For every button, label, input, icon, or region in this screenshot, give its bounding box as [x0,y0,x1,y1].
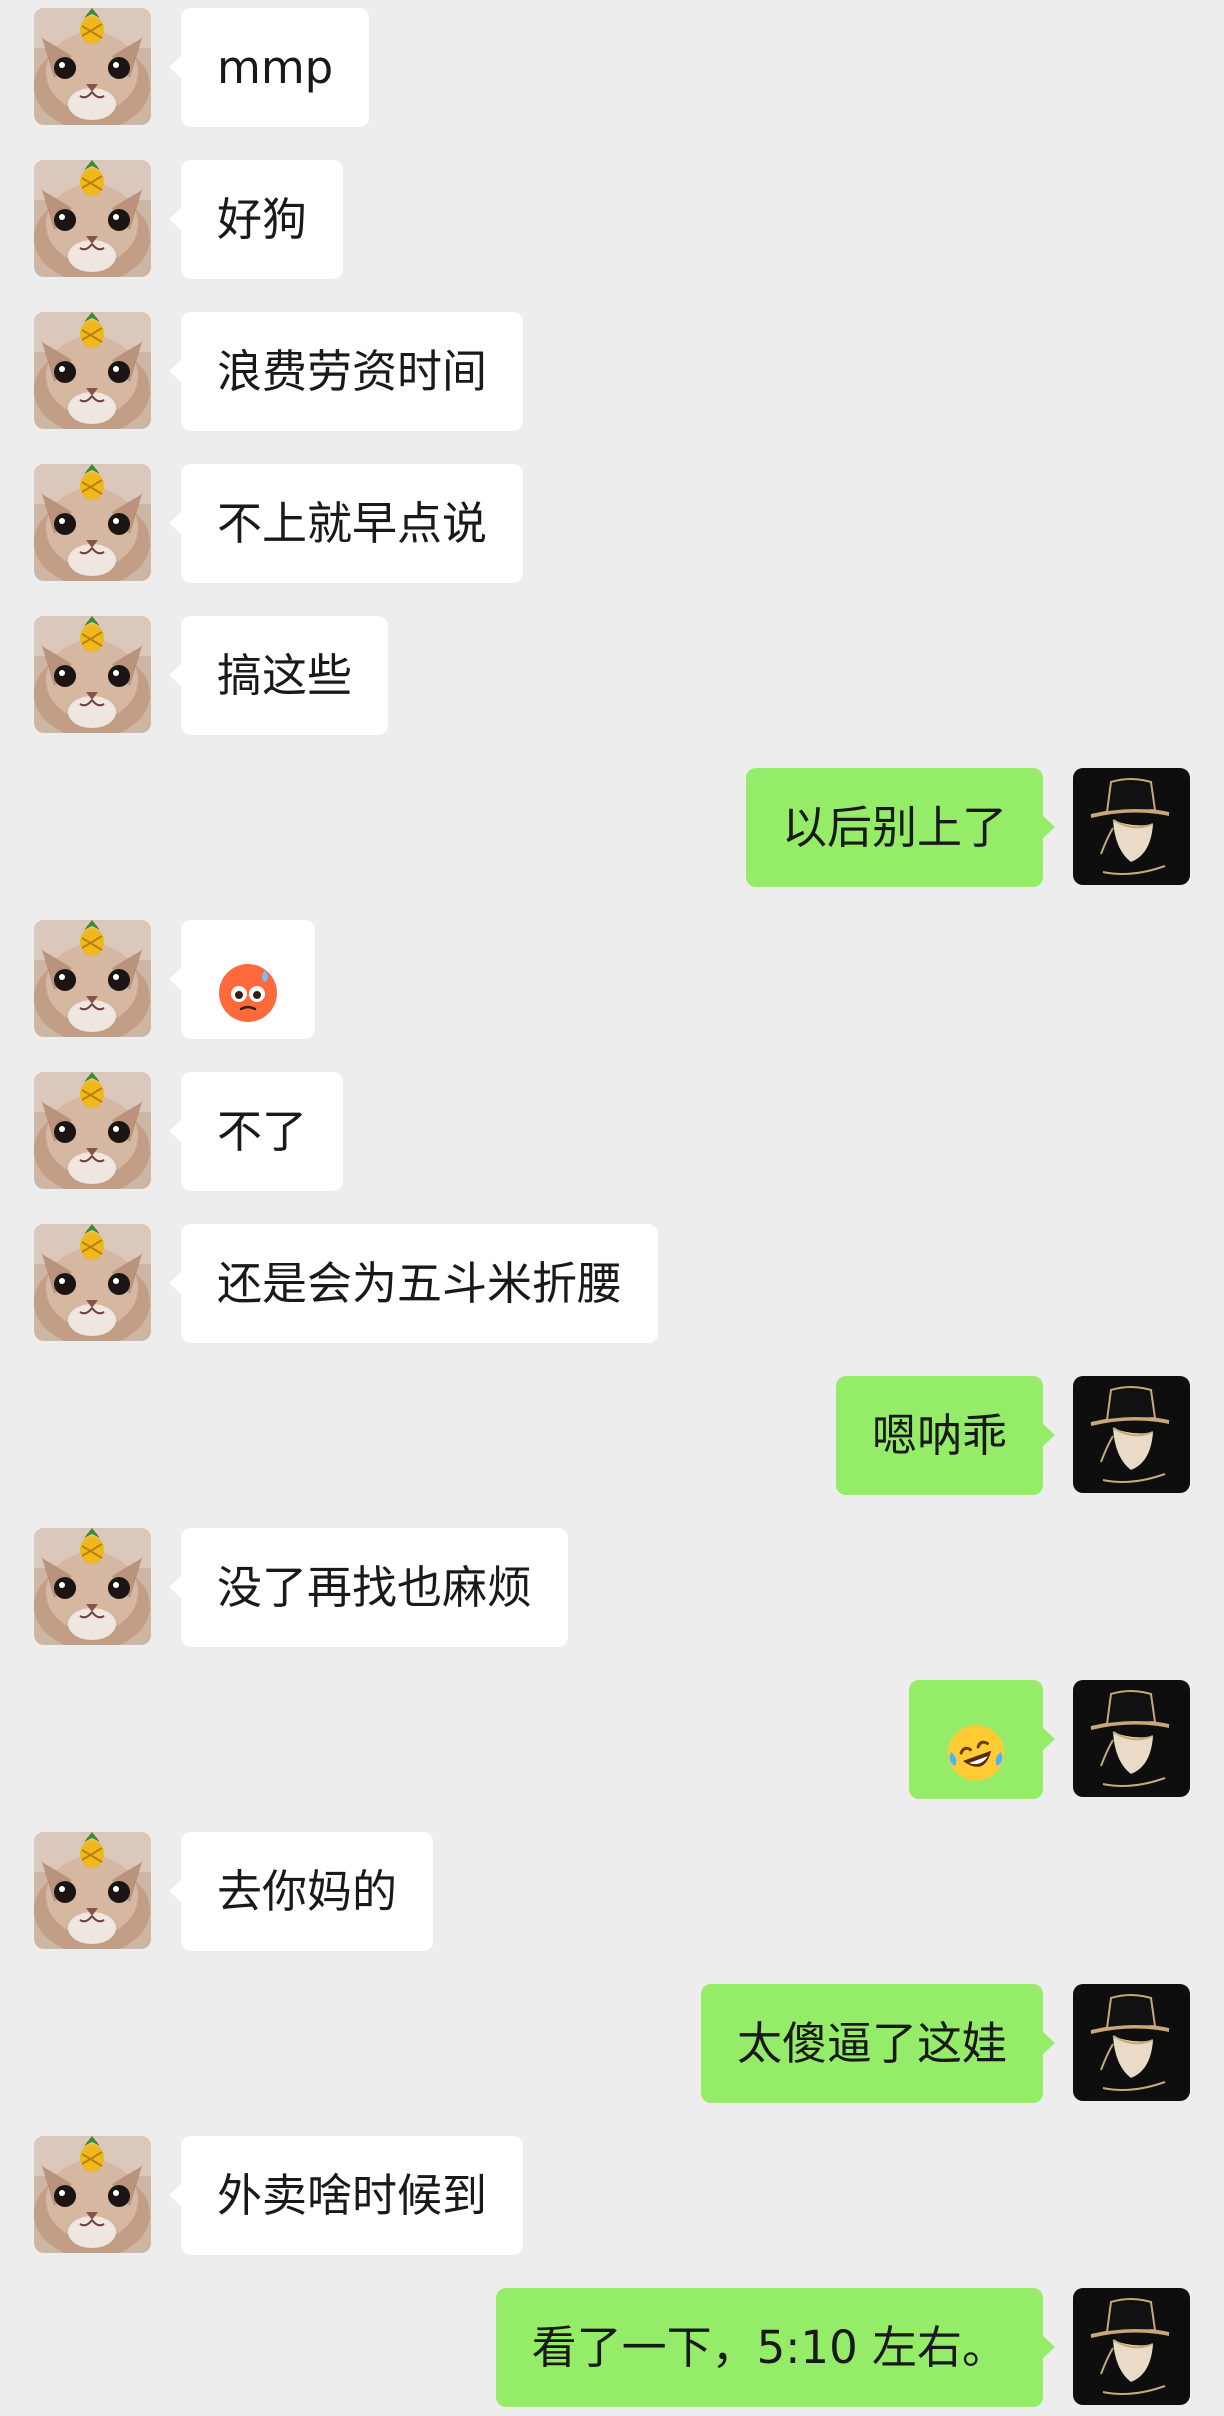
message-text: 搞这些 [217,649,353,702]
cat-with-pineapple-avatar[interactable] [34,920,151,1037]
rolling-on-floor-laughing-icon [945,1709,1007,1781]
message-text: 没了再找也麻烦 [217,1561,533,1614]
incoming-message: 好狗 [0,160,1224,280]
message-bubble[interactable]: 去你妈的 [181,1832,434,1951]
outgoing-message [0,1680,1224,1800]
message-text: 太傻逼了这娃 [736,2017,1007,2070]
man-in-hat-avatar[interactable] [1073,1376,1190,1493]
message-text: 浪费劳资时间 [217,345,488,398]
cat-with-pineapple-avatar[interactable] [34,8,151,125]
man-in-hat-avatar[interactable] [1073,2288,1190,2405]
incoming-message: 不上就早点说 [0,464,1224,584]
message-text: 以后别上了 [781,801,1007,854]
message-bubble[interactable]: 没了再找也麻烦 [181,1528,569,1647]
message-text: mmp [217,41,334,94]
incoming-message: 没了再找也麻烦 [0,1528,1224,1648]
cat-with-pineapple-avatar[interactable] [34,160,151,277]
incoming-message: 还是会为五斗米折腰 [0,1224,1224,1344]
message-bubble[interactable]: 嗯呐乖 [835,1376,1043,1495]
outgoing-message: 以后别上了 [0,768,1224,888]
message-bubble[interactable]: 浪费劳资时间 [181,312,524,431]
message-bubble[interactable]: 好狗 [181,160,344,279]
message-text: 好狗 [217,193,308,246]
message-bubble[interactable]: 以后别上了 [745,768,1043,887]
cat-with-pineapple-avatar[interactable] [34,1528,151,1645]
message-bubble[interactable]: 不上就早点说 [181,464,524,583]
message-bubble[interactable]: 太傻逼了这娃 [700,1984,1043,2103]
incoming-message: 去你妈的 [0,1832,1224,1952]
message-text: 不了 [217,1105,308,1158]
man-in-hat-avatar[interactable] [1073,768,1190,885]
man-in-hat-avatar[interactable] [1073,1984,1190,2101]
incoming-message: 不了 [0,1072,1224,1192]
message-bubble[interactable]: mmp [181,8,370,127]
message-text: 嗯呐乖 [871,1409,1007,1462]
cat-with-pineapple-avatar[interactable] [34,1072,151,1189]
outgoing-message: 嗯呐乖 [0,1376,1224,1496]
man-in-hat-avatar[interactable] [1073,1680,1190,1797]
message-bubble[interactable]: 看了一下，5:10 左右。 [495,2288,1043,2407]
sweating-flushed-face-icon [217,949,279,1022]
bubble-tail [1042,2031,1055,2055]
bubble-tail [1042,2335,1055,2359]
bubble-tail [1042,1423,1055,1447]
message-bubble[interactable]: 搞这些 [181,616,389,735]
message-bubble[interactable] [909,1680,1043,1799]
cat-with-pineapple-avatar[interactable] [34,1832,151,1949]
message-bubble[interactable]: 外卖啥时候到 [181,2136,524,2255]
incoming-message: 搞这些 [0,616,1224,736]
cat-with-pineapple-avatar[interactable] [34,616,151,733]
cat-with-pineapple-avatar[interactable] [34,312,151,429]
incoming-message: 浪费劳资时间 [0,312,1224,432]
bubble-tail [1042,815,1055,839]
chat-message-list[interactable]: mmp 好狗 浪费劳资时间 不上就早点说 搞这些 以后别上了 不了 还是会为五斗… [0,0,1224,2416]
incoming-message: 外卖啥时候到 [0,2136,1224,2256]
message-text: 外卖啥时候到 [217,2169,488,2222]
outgoing-message: 太傻逼了这娃 [0,1984,1224,2104]
cat-with-pineapple-avatar[interactable] [34,464,151,581]
cat-with-pineapple-avatar[interactable] [34,1224,151,1341]
message-bubble[interactable]: 还是会为五斗米折腰 [181,1224,659,1343]
message-text: 去你妈的 [217,1865,398,1918]
cat-with-pineapple-avatar[interactable] [34,2136,151,2253]
message-text: 还是会为五斗米折腰 [217,1257,623,1310]
bubble-tail [1042,1727,1055,1751]
message-text: 不上就早点说 [217,497,488,550]
outgoing-message: 看了一下，5:10 左右。 [0,2288,1224,2408]
message-bubble[interactable]: 不了 [181,1072,344,1191]
message-bubble[interactable] [181,920,315,1039]
message-text: 看了一下，5:10 左右。 [531,2321,1007,2374]
incoming-message: mmp [0,8,1224,128]
incoming-message [0,920,1224,1040]
